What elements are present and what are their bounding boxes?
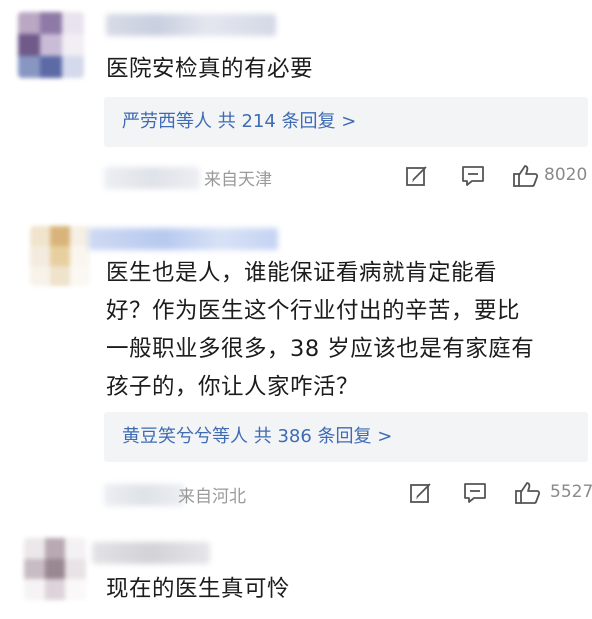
comment-meta: 来自河北 5527 [104,478,592,512]
avatar[interactable] [24,538,86,600]
comment-text: 现在的医生真可怜 [106,576,291,602]
timestamp-blurred [104,167,200,189]
location-source: 来自河北 [178,487,246,507]
timestamp-blurred [104,484,184,506]
username-blurred[interactable] [106,14,276,36]
like-count: 8020 [544,165,588,185]
like-count: 5527 [550,482,592,502]
username-blurred[interactable] [88,228,278,250]
comment-icon[interactable] [462,480,488,510]
edit-icon[interactable] [404,163,430,193]
reply-summary-link[interactable]: 黄豆笑兮兮等人 共 386 条回复 > [104,412,588,462]
comment-icon[interactable] [460,163,486,193]
comment-text: 医生也是人，谁能保证看病就肯定能看 好？作为医生这个行业付出的辛苦，要比 一般职… [106,254,582,406]
username-blurred[interactable] [92,542,210,564]
comment-text-line: 医生也是人，谁能保证看病就肯定能看 [106,260,498,286]
comment-text-line: 好？作为医生这个行业付出的辛苦，要比 [106,298,521,324]
location-source: 来自天津 [204,170,272,190]
edit-icon[interactable] [408,480,434,510]
comment-3: 现在的医生真可怜 [0,530,592,619]
avatar[interactable] [18,12,84,78]
reply-summary-link[interactable]: 严劳西等人 共 214 条回复 > [104,97,588,147]
comment-text-line: 一般职业多很多，38 岁应该也是有家庭有 [106,336,535,362]
avatar[interactable] [30,226,90,286]
comment-2: 医生也是人，谁能保证看病就肯定能看 好？作为医生这个行业付出的辛苦，要比 一般职… [0,200,592,530]
comment-text-line: 孩子的，你让人家咋活？ [106,374,360,400]
comment-text: 医院安检真的有必要 [106,56,314,82]
comment-1: 医院安检真的有必要 严劳西等人 共 214 条回复 > 来自天津 8020 [0,0,592,200]
thumbs-up-icon[interactable] [514,480,542,510]
comment-meta: 来自天津 8020 [104,161,592,195]
thumbs-up-icon[interactable] [512,163,540,193]
